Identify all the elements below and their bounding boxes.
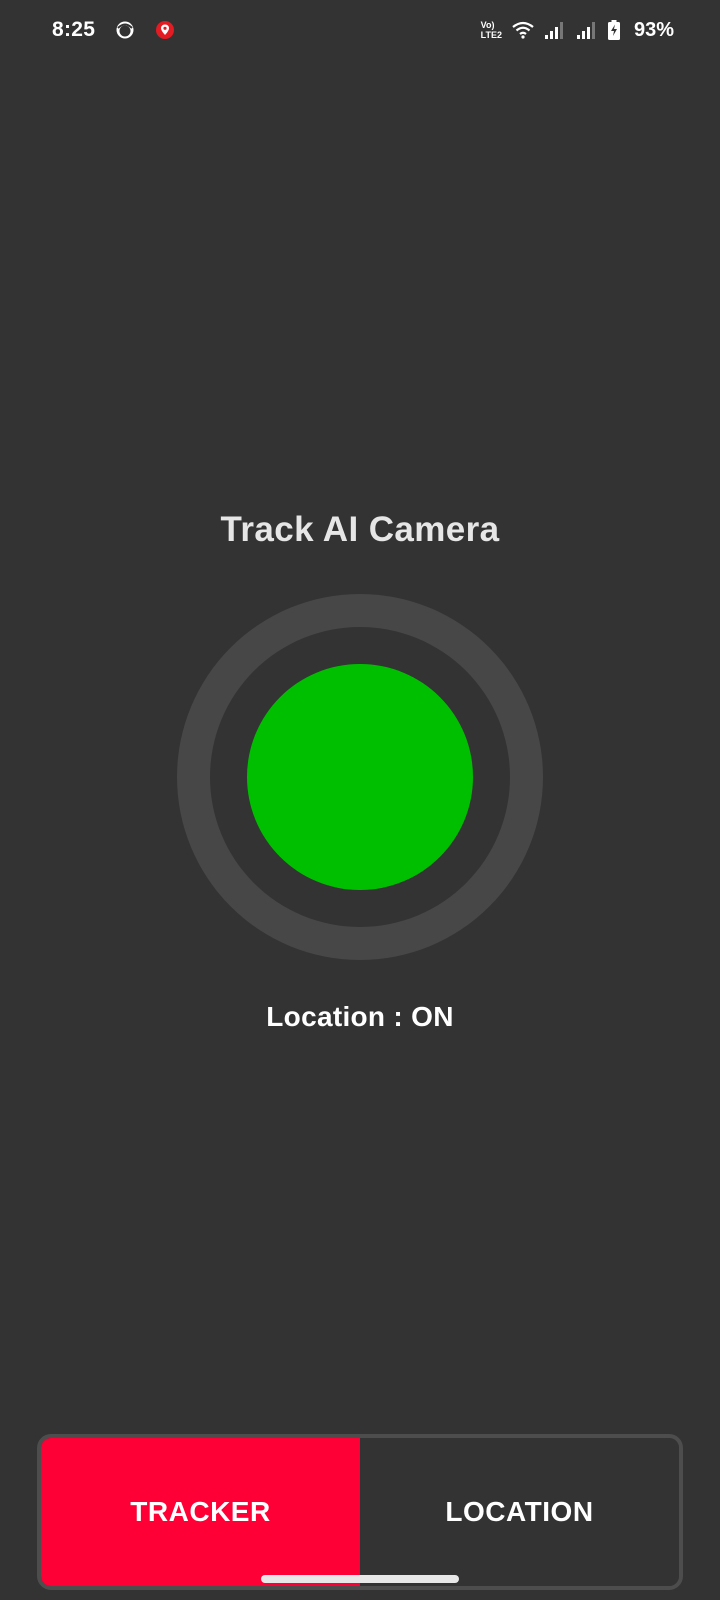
wifi-icon (512, 21, 534, 39)
tracker-tab-button[interactable]: TRACKER (41, 1438, 360, 1586)
signal-icon-sim1 (544, 21, 566, 39)
app-screen: 8:25 Vo) LTE2 93% Track AI Camera Locati… (0, 0, 720, 1600)
page-title: Track AI Camera (220, 510, 500, 549)
mode-toggle: TRACKER LOCATION (37, 1434, 683, 1590)
volte-label: Vo) (480, 20, 495, 30)
signal-icon-sim2 (576, 21, 598, 39)
status-time: 8:25 (52, 18, 96, 41)
location-status-text: Location : ON (266, 1001, 454, 1032)
home-gesture-bar[interactable] (261, 1575, 459, 1583)
indicator-inner-ring (210, 627, 510, 927)
status-bar-left: 8:25 (52, 18, 175, 42)
battery-percent: 93% (633, 18, 674, 41)
lte-label: LTE2 (480, 30, 502, 40)
status-bar: 8:25 Vo) LTE2 93% (0, 0, 720, 60)
status-bar-right: Vo) LTE2 93% (481, 19, 674, 42)
battery-charging-icon (607, 20, 620, 40)
status-dot (247, 664, 473, 890)
volte-indicator: Vo) LTE2 (481, 20, 502, 40)
location-pin-icon (155, 20, 175, 40)
tracking-status-indicator (177, 594, 543, 960)
face-icon (115, 20, 135, 40)
location-tab-button[interactable]: LOCATION (360, 1438, 679, 1586)
